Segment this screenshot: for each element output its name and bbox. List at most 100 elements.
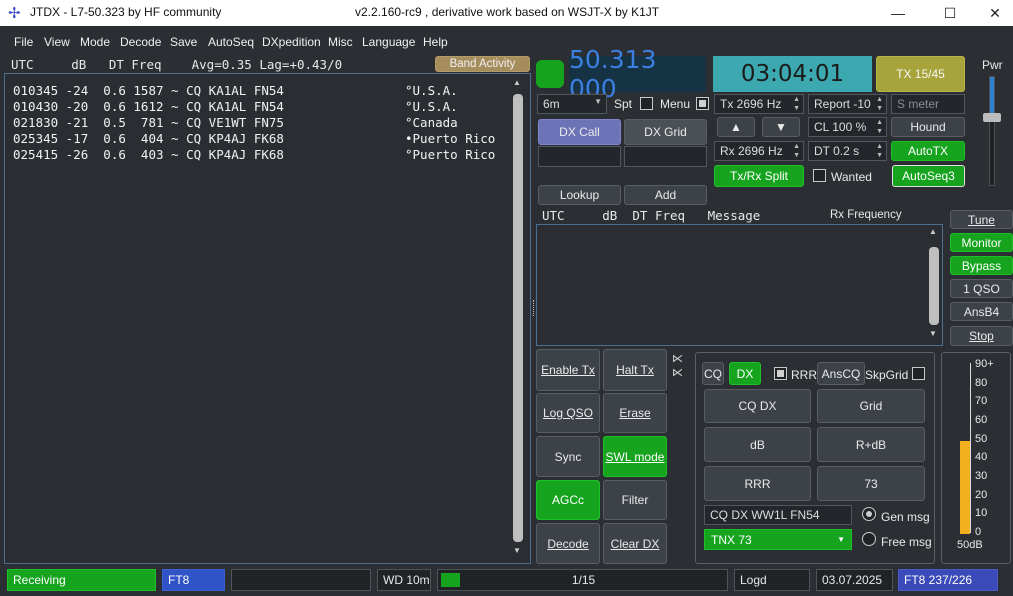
list-item[interactable]: 010430 -20 0.6 1612 ~ CQ KA1AL FN54 xyxy=(13,99,284,115)
seventy-three-button[interactable]: 73 xyxy=(817,466,925,501)
dt-spinbox[interactable]: DT 0.2 s ▲ ▼ xyxy=(808,141,887,161)
band-activity-header: UTC dB DT Freq Avg=0.35 Lag=+0.43/0 xyxy=(11,57,343,72)
hound-button[interactable]: Hound xyxy=(891,117,965,137)
splitter-handle[interactable] xyxy=(533,300,535,316)
r-db-button[interactable]: R+dB xyxy=(817,427,925,462)
power-slider-track[interactable] xyxy=(989,76,995,186)
clear-dx-button[interactable]: Clear DX xyxy=(603,523,667,564)
spin-arrows-icon[interactable]: ▲ ▼ xyxy=(876,118,883,136)
spin-arrows-icon[interactable]: ▲ ▼ xyxy=(876,142,883,160)
ansb4-button[interactable]: AnsB4 xyxy=(950,302,1013,321)
agcc-button[interactable]: AGCc xyxy=(536,480,600,520)
dx-call-button[interactable]: DX Call xyxy=(538,119,621,145)
tune-button[interactable]: Tune xyxy=(950,210,1013,229)
chevron-down-icon: ▼ xyxy=(837,535,845,544)
anscq-button[interactable]: AnsCQ xyxy=(817,362,865,385)
decode-list: 010345 -24 0.6 1587 ~ CQ KA1AL FN54 0104… xyxy=(13,83,284,163)
txrx-split-button[interactable]: Tx/Rx Split xyxy=(714,165,804,187)
scroll-thumb[interactable] xyxy=(929,247,939,325)
tx-slot-button[interactable]: TX 15/45 xyxy=(876,56,965,92)
generate-arrows-icon[interactable]: ⋉ ⋉ xyxy=(672,352,683,380)
autoseq3-button[interactable]: AutoSeq3 xyxy=(892,165,965,187)
rx-freq-spinbox[interactable]: Rx 2696 Hz ▲ ▼ xyxy=(714,141,804,161)
cq-dx-button[interactable]: CQ DX xyxy=(704,389,811,423)
free-msg-radio[interactable] xyxy=(862,532,876,546)
menu-decode[interactable]: Decode xyxy=(120,35,161,49)
close-button[interactable]: ✕ xyxy=(972,0,1013,26)
dx-grid-button[interactable]: DX Grid xyxy=(624,119,707,145)
menu-autoseq[interactable]: AutoSeq xyxy=(208,35,254,49)
spin-arrows-icon[interactable]: ▲ ▼ xyxy=(876,95,883,113)
menu-dxpedition[interactable]: DXpedition xyxy=(262,35,321,49)
meter-axis xyxy=(970,363,971,533)
stop-button[interactable]: Stop xyxy=(950,326,1013,346)
halt-tx-button[interactable]: Halt Tx xyxy=(603,349,667,391)
band-select[interactable]: 6m ▼ xyxy=(537,94,607,114)
menu-save[interactable]: Save xyxy=(170,35,197,49)
dx-grid-input[interactable] xyxy=(624,146,707,167)
grid-button[interactable]: Grid xyxy=(817,389,925,423)
cq-button[interactable]: CQ xyxy=(702,362,724,385)
filter-button[interactable]: Filter xyxy=(603,480,667,520)
log-qso-button[interactable]: Log QSO xyxy=(536,393,600,433)
menu-language[interactable]: Language xyxy=(362,35,415,49)
scroll-thumb[interactable] xyxy=(513,94,523,542)
wanted-checkbox[interactable] xyxy=(813,169,826,182)
scroll-up-icon[interactable]: ▲ xyxy=(929,227,937,236)
status-receiving: Receiving xyxy=(7,569,156,591)
autotx-button[interactable]: AutoTX xyxy=(891,141,965,161)
list-item[interactable]: 021830 -21 0.5 781 ~ CQ VE1WT FN75 xyxy=(13,115,284,131)
list-item[interactable]: 010345 -24 0.6 1587 ~ CQ KA1AL FN54 xyxy=(13,83,284,99)
menu-checkbox[interactable] xyxy=(696,97,709,110)
menu-file[interactable]: File xyxy=(14,35,33,49)
rx-scrollbar[interactable]: ▲ ▼ xyxy=(927,227,941,343)
add-button[interactable]: Add xyxy=(624,185,707,205)
db-button[interactable]: dB xyxy=(704,427,811,462)
report-spinbox[interactable]: Report -10 ▲ ▼ xyxy=(808,94,887,114)
rrr-checkbox[interactable] xyxy=(774,367,787,380)
spin-arrows-icon[interactable]: ▲ ▼ xyxy=(793,142,800,160)
monitor-button[interactable]: Monitor xyxy=(950,233,1013,252)
gen-msg-input[interactable]: CQ DX WW1L FN54 xyxy=(704,505,852,525)
dx-button[interactable]: DX xyxy=(729,362,761,385)
gen-msg-radio[interactable] xyxy=(862,507,876,521)
scroll-down-icon[interactable]: ▼ xyxy=(929,329,937,338)
rrr-label: RRR xyxy=(791,368,817,382)
scroll-down-icon[interactable]: ▼ xyxy=(513,546,521,555)
rx-frequency-panel[interactable]: ▲ ▼ xyxy=(536,224,943,346)
sync-button[interactable]: Sync xyxy=(536,436,600,477)
swl-mode-button[interactable]: SWL mode xyxy=(603,436,667,477)
power-slider-handle[interactable] xyxy=(983,113,1001,122)
menu-view[interactable]: View xyxy=(44,35,70,49)
meter-tick-label: 90+ xyxy=(975,358,994,370)
spin-arrows-icon[interactable]: ▲ ▼ xyxy=(793,95,800,113)
decode-button[interactable]: Decode xyxy=(536,523,600,564)
bypass-button[interactable]: Bypass xyxy=(950,256,1013,275)
minimize-button[interactable]: — xyxy=(875,0,921,26)
erase-button[interactable]: Erase xyxy=(603,393,667,433)
maximize-button[interactable]: ☐ xyxy=(927,0,973,26)
skpgrid-checkbox[interactable] xyxy=(912,367,925,380)
band-activity-button[interactable]: Band Activity xyxy=(435,56,530,72)
tx-freq-spinbox[interactable]: Tx 2696 Hz ▲ ▼ xyxy=(714,94,804,114)
free-msg-select[interactable]: TNX 73 ▼ xyxy=(704,529,852,550)
menu-mode[interactable]: Mode xyxy=(80,35,110,49)
list-item[interactable]: 025415 -26 0.6 403 ~ CQ KP4AJ FK68 xyxy=(13,147,284,163)
wanted-label: Wanted xyxy=(831,170,872,184)
rrr-button[interactable]: RRR xyxy=(704,466,811,501)
band-activity-panel[interactable]: 010345 -24 0.6 1587 ~ CQ KA1AL FN54 0104… xyxy=(4,73,531,564)
tx-to-rx-up-button[interactable]: ▲ xyxy=(717,117,755,137)
one-qso-button[interactable]: 1 QSO xyxy=(950,279,1013,298)
enable-tx-button[interactable]: Enable Tx xyxy=(536,349,600,391)
cl-spinbox[interactable]: CL 100 % ▲ ▼ xyxy=(808,117,887,137)
spt-checkbox[interactable] xyxy=(640,97,653,110)
dx-call-input[interactable] xyxy=(538,146,621,167)
lookup-button[interactable]: Lookup xyxy=(538,185,621,205)
col-freq: Freq xyxy=(654,208,686,223)
menu-help[interactable]: Help xyxy=(423,35,448,49)
rx-to-tx-down-button[interactable]: ▼ xyxy=(762,117,800,137)
menu-misc[interactable]: Misc xyxy=(328,35,353,49)
scroll-up-icon[interactable]: ▲ xyxy=(513,78,521,87)
band-scrollbar[interactable]: ▲ ▼ xyxy=(511,78,525,559)
list-item[interactable]: 025345 -17 0.6 404 ~ CQ KP4AJ FK68 xyxy=(13,131,284,147)
